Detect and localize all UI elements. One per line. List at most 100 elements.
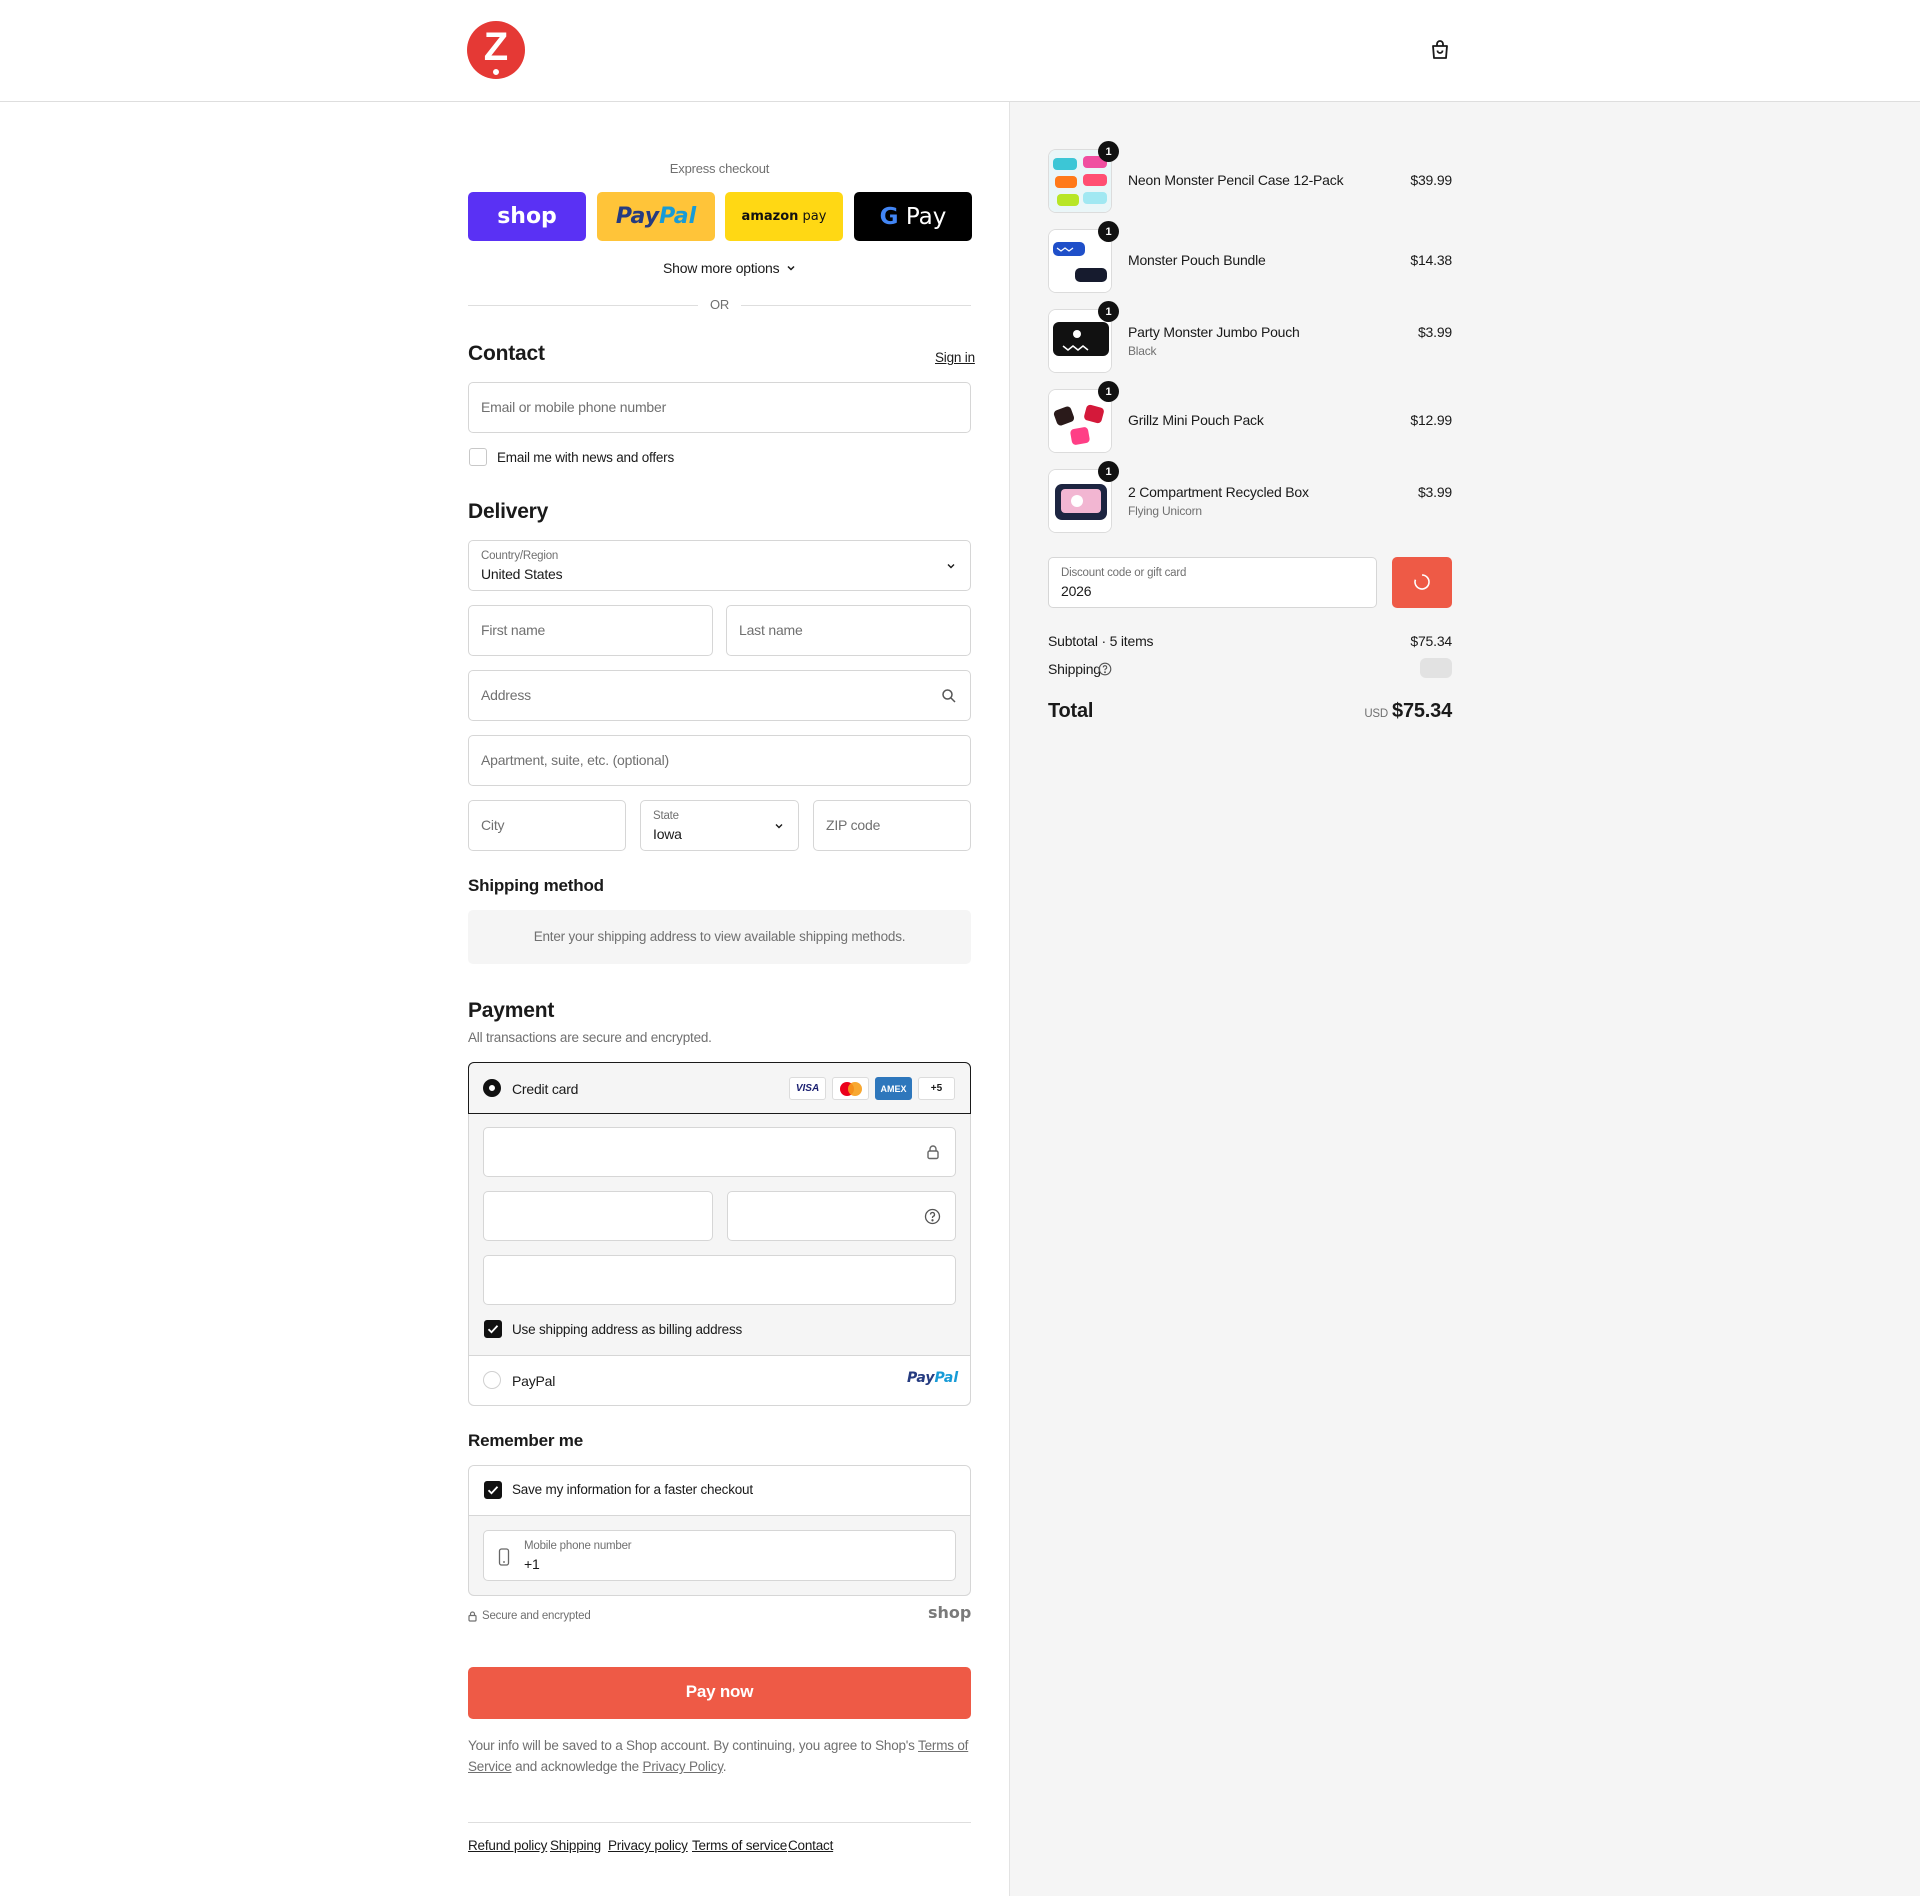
state-select[interactable]: State Iowa (640, 800, 799, 851)
payment-subtitle: All transactions are secure and encrypte… (468, 1030, 712, 1045)
item-price: $12.99 (1410, 412, 1452, 428)
legal-text-part: and acknowledge the (511, 1759, 643, 1774)
lock-icon (468, 1611, 477, 1622)
or-divider-right (741, 305, 971, 306)
checkmark-icon (487, 1325, 499, 1334)
chevron-down-icon (787, 265, 795, 271)
country-select[interactable]: Country/Region United States (468, 540, 971, 591)
shipping-method-message: Enter your shipping address to view avai… (533, 929, 906, 944)
google-pay-button[interactable]: G Pay (854, 192, 972, 241)
mobile-phone-value: +1 (524, 1556, 540, 1572)
credit-card-label: Credit card (512, 1081, 579, 1097)
total-label: Total (1048, 700, 1094, 722)
shopping-bag-icon[interactable] (1428, 38, 1452, 62)
refund-policy-link[interactable]: Refund policy (468, 1838, 547, 1853)
quantity-badge: 1 (1098, 141, 1119, 162)
city-field[interactable]: City (468, 800, 626, 851)
security-code-field[interactable] (727, 1191, 956, 1241)
remember-me-heading: Remember me (468, 1431, 583, 1450)
legal-text: Your info will be saved to a Shop accoun… (468, 1735, 978, 1777)
paypal-option-label: PayPal (512, 1373, 556, 1389)
state-label: State (653, 810, 679, 822)
store-logo[interactable]: Z (467, 21, 525, 79)
currency-code: USD (1364, 708, 1389, 720)
paypal-logo: PayPal (616, 204, 696, 229)
quantity-badge: 1 (1098, 461, 1119, 482)
terms-of-service-footer-link[interactable]: Terms of service (692, 1838, 787, 1853)
save-info-checkbox[interactable] (484, 1481, 502, 1499)
paypal-logo-pay: Pay (615, 204, 660, 229)
address-placeholder: Address (481, 687, 531, 703)
expiration-date-field[interactable] (483, 1191, 713, 1241)
address-field[interactable]: Address (468, 670, 971, 721)
visa-icon: VISA (789, 1077, 826, 1100)
news-offers-label: Email me with news and offers (497, 450, 675, 465)
checkmark-icon (487, 1486, 499, 1495)
privacy-policy-footer-link[interactable]: Privacy policy (608, 1838, 688, 1853)
privacy-policy-link[interactable]: Privacy Policy (643, 1759, 723, 1774)
mastercard-icon (832, 1077, 869, 1100)
zip-placeholder: ZIP code (826, 817, 881, 833)
shop-pay-label: shop (497, 204, 557, 229)
express-checkout-title: Express checkout (669, 161, 770, 176)
item-price: $14.38 (1410, 252, 1452, 268)
shop-pay-button[interactable]: shop (468, 192, 586, 241)
chevron-down-icon (947, 564, 955, 569)
payment-heading: Payment (468, 999, 555, 1022)
card-number-field[interactable] (483, 1127, 956, 1177)
help-circle-icon[interactable] (1098, 662, 1112, 676)
country-label: Country/Region (481, 550, 559, 562)
line-item: 1 Grillz Mini Pouch Pack $12.99 (1048, 381, 1452, 455)
contact-heading: Contact (468, 342, 545, 365)
more-cards-badge: +5 (918, 1077, 955, 1100)
item-name: Neon Monster Pencil Case 12-Pack (1128, 172, 1344, 188)
amazon-pay-button[interactable]: amazon pay (725, 192, 843, 241)
discount-code-field[interactable]: Discount code or gift card 2026 (1048, 557, 1377, 608)
paypal-radio[interactable] (483, 1371, 501, 1389)
amazon-pay-text: pay (802, 209, 827, 224)
mobile-phone-field[interactable]: Mobile phone number +1 (483, 1530, 956, 1581)
contact-footer-link[interactable]: Contact (788, 1838, 833, 1853)
email-placeholder: Email or mobile phone number (481, 399, 667, 415)
or-divider-label: OR (709, 297, 730, 312)
subtotal-value: $75.34 (1410, 633, 1452, 649)
discount-code-value: 2026 (1061, 583, 1092, 599)
help-circle-icon[interactable] (924, 1208, 941, 1225)
last-name-field[interactable]: Last name (726, 605, 971, 656)
legal-text-part: . (722, 1759, 727, 1774)
item-price: $3.99 (1417, 324, 1452, 340)
search-icon (942, 689, 956, 703)
city-placeholder: City (481, 817, 505, 833)
apartment-placeholder: Apartment, suite, etc. (optional) (481, 752, 669, 768)
show-more-options-link[interactable]: Show more options (663, 260, 796, 276)
country-value: United States (481, 566, 563, 582)
credit-card-radio[interactable] (483, 1079, 501, 1097)
lock-icon (927, 1145, 939, 1160)
google-pay-logo: G Pay (880, 204, 947, 230)
item-variant: Flying Unicorn (1128, 504, 1202, 518)
email-field[interactable]: Email or mobile phone number (468, 382, 971, 433)
apartment-field[interactable]: Apartment, suite, etc. (optional) (468, 735, 971, 786)
amex-label: AMEX (880, 1083, 907, 1094)
zip-field[interactable]: ZIP code (813, 800, 971, 851)
footer-divider (468, 1822, 971, 1823)
item-variant: Black (1128, 344, 1157, 358)
line-item: 1 2 Compartment Recycled Box Flying Unic… (1048, 461, 1452, 535)
shipping-label: Shipping (1048, 661, 1101, 677)
apply-discount-button[interactable] (1392, 557, 1452, 608)
billing-address-label: Use shipping address as billing address (512, 1322, 743, 1337)
quantity-badge: 1 (1098, 381, 1119, 402)
shipping-policy-link[interactable]: Shipping (550, 1838, 601, 1853)
state-value: Iowa (653, 826, 682, 842)
show-more-options-label: Show more options (663, 260, 780, 276)
save-info-label: Save my information for a faster checkou… (512, 1482, 753, 1497)
name-on-card-field[interactable] (483, 1255, 956, 1305)
quantity-badge: 1 (1098, 301, 1119, 322)
billing-address-checkbox[interactable] (484, 1320, 502, 1338)
news-offers-checkbox[interactable] (469, 448, 487, 466)
paypal-button[interactable]: PayPal (597, 192, 715, 241)
pay-now-button[interactable]: Pay now (468, 1667, 971, 1719)
first-name-field[interactable]: First name (468, 605, 713, 656)
sign-in-link[interactable]: Sign in (935, 350, 975, 365)
mobile-phone-icon (498, 1548, 510, 1566)
